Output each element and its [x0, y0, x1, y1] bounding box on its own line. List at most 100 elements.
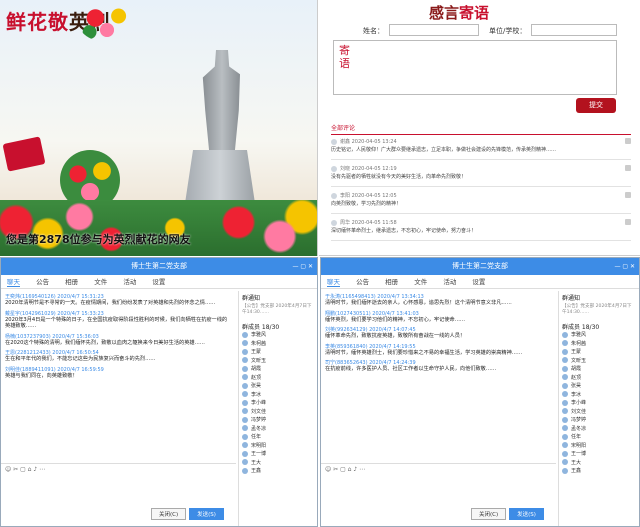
window-controls-icon[interactable]: — ▢ ✕	[292, 258, 313, 275]
member-item[interactable]: 文昕玉	[242, 357, 315, 366]
send-button[interactable]: 发送(S)	[189, 508, 224, 520]
avatar-icon	[562, 357, 568, 363]
member-name: 朱柯茜	[251, 340, 267, 347]
member-item[interactable]: 李冰	[242, 391, 315, 400]
member-item[interactable]: 宋明阳	[562, 442, 635, 451]
member-item[interactable]: 胡霞	[242, 365, 315, 374]
tab-files[interactable]: 文件	[414, 278, 427, 286]
tab-chat[interactable]: 聊天	[327, 278, 340, 287]
avatar-icon	[242, 348, 248, 355]
avatar-icon	[562, 450, 568, 457]
tab-files[interactable]: 文件	[94, 278, 107, 286]
member-item[interactable]: 宋明阳	[242, 442, 315, 451]
member-item[interactable]: 文昕玉	[562, 357, 635, 366]
member-item[interactable]: 王鑫	[242, 467, 315, 476]
like-icon[interactable]	[625, 192, 631, 198]
member-item[interactable]: 王大	[562, 459, 635, 468]
member-item[interactable]: 任年	[562, 433, 635, 442]
avatar-icon	[242, 340, 248, 346]
member-item[interactable]: 王一博	[242, 450, 315, 459]
tab-album[interactable]: 相册	[65, 278, 78, 286]
unit-input[interactable]	[531, 24, 617, 36]
name-input[interactable]	[389, 24, 479, 36]
member-item[interactable]: 王蒙	[242, 348, 315, 357]
group-notice-text: 【公告】党支部 2020年4月7日下午14:30……	[562, 304, 632, 315]
member-item[interactable]: 赵顶	[562, 374, 635, 383]
tab-settings[interactable]: 设置	[472, 278, 485, 286]
member-item[interactable]: 张昊	[242, 382, 315, 391]
member-name: 王鑫	[571, 468, 582, 474]
avatar-icon	[242, 425, 248, 431]
close-button[interactable]: 关闭(C)	[471, 508, 507, 520]
member-name: 冯梦婷	[251, 417, 267, 423]
tab-activity[interactable]: 活动	[123, 278, 136, 286]
avatar-icon	[242, 391, 248, 397]
member-name: 胡霞	[251, 366, 262, 372]
tab-activity[interactable]: 活动	[443, 278, 456, 286]
member-name: 王蒙	[571, 349, 582, 355]
chat-tabs: 聊天 公告 相册 文件 活动 设置	[1, 275, 317, 289]
member-name: 王鑫	[251, 468, 262, 474]
tab-notice[interactable]: 公告	[356, 278, 369, 286]
window-controls-icon[interactable]: — ▢ ✕	[614, 258, 635, 275]
message-textarea[interactable]	[333, 40, 617, 95]
send-button[interactable]: 发送(S)	[509, 508, 544, 520]
member-name: 李冰	[251, 391, 262, 398]
input-toolbar[interactable]: ☺ ✂ ▢ ⌂ ♪ ⋯	[321, 463, 556, 475]
member-item[interactable]: 刘文佳	[562, 408, 635, 417]
group-chat-window-left: 博士生第二党支部 — ▢ ✕ 聊天 公告 相册 文件 活动 设置 王奕炜(1169…	[0, 257, 318, 527]
member-name: 任年	[251, 434, 262, 440]
member-item[interactable]: 王蒙	[562, 348, 635, 357]
member-name: 王蒙	[251, 349, 262, 355]
message-list[interactable]: 于永涛(1165498413) 2020/4/7 13:34:13 清明时节，我们…	[321, 291, 556, 461]
member-item[interactable]: 王一博	[562, 450, 635, 459]
avatar-icon	[331, 165, 337, 172]
member-item[interactable]: 冯梦婷	[242, 416, 315, 425]
submit-button[interactable]: 提交	[576, 98, 616, 113]
tab-chat[interactable]: 聊天	[7, 278, 20, 287]
group-sidebar: 群通知 【公告】党支部 2020年4月7日下午14:30…… 群成员 18/30…	[558, 291, 638, 526]
member-name: 任年	[571, 434, 582, 440]
member-item[interactable]: 冯梦婷	[562, 416, 635, 425]
input-toolbar[interactable]: ☺ ✂ ▢ ⌂ ♪ ⋯	[1, 463, 236, 475]
member-count: 群成员 18/30	[242, 324, 280, 331]
chat-title-bar: 博士生第二党支部 — ▢ ✕	[321, 258, 639, 275]
member-item[interactable]: 孟冬凉	[242, 425, 315, 434]
member-item[interactable]: 朱柯茜	[562, 340, 635, 349]
like-icon[interactable]	[625, 165, 631, 171]
member-item[interactable]: 李雅风	[242, 331, 315, 340]
like-icon[interactable]	[625, 138, 631, 144]
message-list[interactable]: 王奕炜(1169540126) 2020/4/7 15:31:23 2020年清明…	[1, 291, 236, 461]
member-item[interactable]: 李冰	[562, 391, 635, 400]
avatar-icon	[242, 467, 248, 474]
tab-album[interactable]: 相册	[385, 278, 398, 286]
message-input[interactable]	[1, 476, 236, 504]
message-label: 寄语	[339, 44, 350, 70]
message-input[interactable]	[321, 476, 556, 504]
like-icon[interactable]	[625, 219, 631, 225]
tab-notice[interactable]: 公告	[36, 278, 49, 286]
group-notice-text: 【公告】党支部 2020年4月7日下午14:30……	[242, 304, 312, 315]
member-item[interactable]: 李小峰	[242, 399, 315, 408]
tab-all-comments[interactable]: 全部评论	[331, 123, 631, 135]
member-name: 胡霞	[571, 366, 582, 372]
member-item[interactable]: 赵顶	[242, 374, 315, 383]
avatar-icon	[242, 365, 248, 372]
name-label: 姓名：	[363, 27, 384, 35]
member-item[interactable]: 张昊	[562, 382, 635, 391]
chat-message: 王奕炜(1169540126) 2020/4/7 15:31:23 2020年清明…	[5, 294, 216, 306]
member-item[interactable]: 胡霞	[562, 365, 635, 374]
avatar-icon	[562, 391, 568, 397]
member-item[interactable]: 任年	[242, 433, 315, 442]
action-buttons: 关闭(C) 发送(S)	[151, 508, 227, 520]
member-item[interactable]: 王大	[242, 459, 315, 468]
tab-settings[interactable]: 设置	[152, 278, 165, 286]
member-item[interactable]: 王鑫	[562, 467, 635, 476]
member-name: 文昕玉	[251, 357, 267, 364]
close-button[interactable]: 关闭(C)	[151, 508, 187, 520]
member-item[interactable]: 孟冬凉	[562, 425, 635, 434]
member-item[interactable]: 李雅风	[562, 331, 635, 340]
member-item[interactable]: 刘文佳	[242, 408, 315, 417]
member-item[interactable]: 李小峰	[562, 399, 635, 408]
member-item[interactable]: 朱柯茜	[242, 340, 315, 349]
